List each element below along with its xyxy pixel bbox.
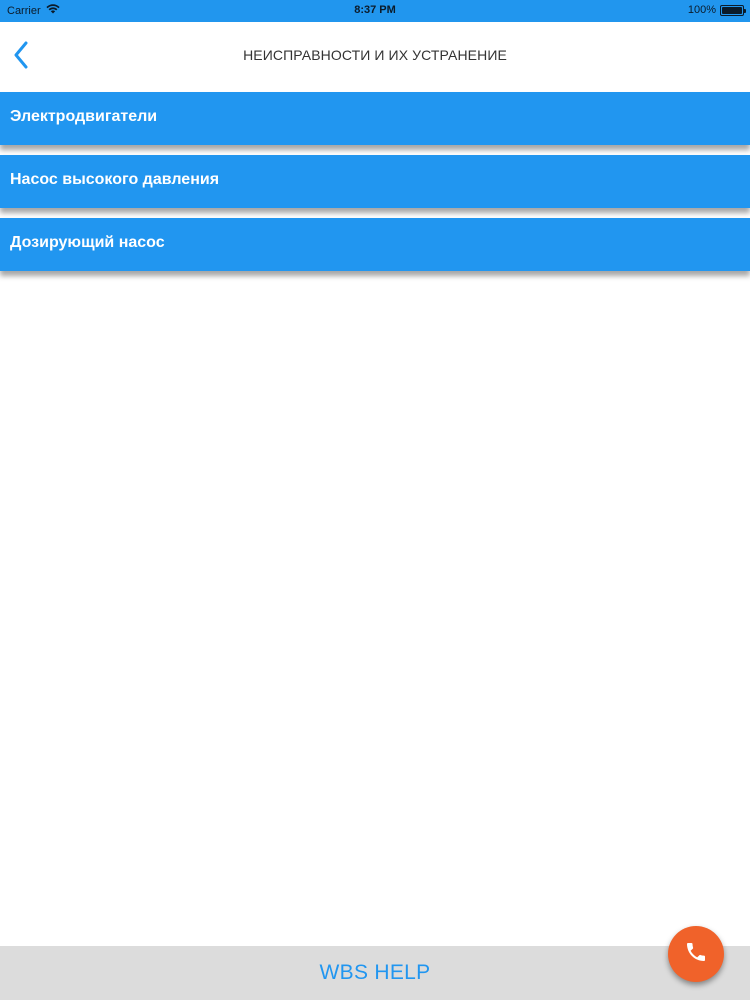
battery-fill: [722, 6, 742, 14]
status-time: 8:37 PM: [354, 4, 396, 16]
menu-item-high-pressure-pump[interactable]: Насос высокого давления: [0, 155, 750, 208]
menu-item-label: Насос высокого давления: [10, 170, 220, 188]
menu-item-electric-motors[interactable]: Электродвигатели: [0, 92, 750, 145]
page-title: НЕИСПРАВНОСТИ И ИХ УСТРАНЕНИЕ: [243, 47, 507, 63]
menu-list: Электродвигатели Насос высокого давления…: [0, 92, 750, 281]
battery-icon: [720, 4, 746, 16]
footer-title: WBS HELP: [319, 961, 431, 984]
menu-item-label: Электродвигатели: [10, 107, 158, 125]
nav-bar: НЕИСПРАВНОСТИ И ИХ УСТРАНЕНИЕ: [0, 22, 750, 92]
menu-item-label: Дозирующий насос: [10, 233, 165, 251]
footer-bar: WBS HELP: [0, 946, 750, 1000]
status-bar: Carrier 8:37 PM 100%: [0, 0, 750, 22]
battery-percent: 100%: [687, 4, 716, 16]
call-button[interactable]: [668, 926, 724, 982]
status-right: 100%: [687, 4, 746, 16]
menu-item-dosing-pump[interactable]: Дозирующий насос: [0, 218, 750, 271]
phone-icon: [684, 940, 708, 969]
